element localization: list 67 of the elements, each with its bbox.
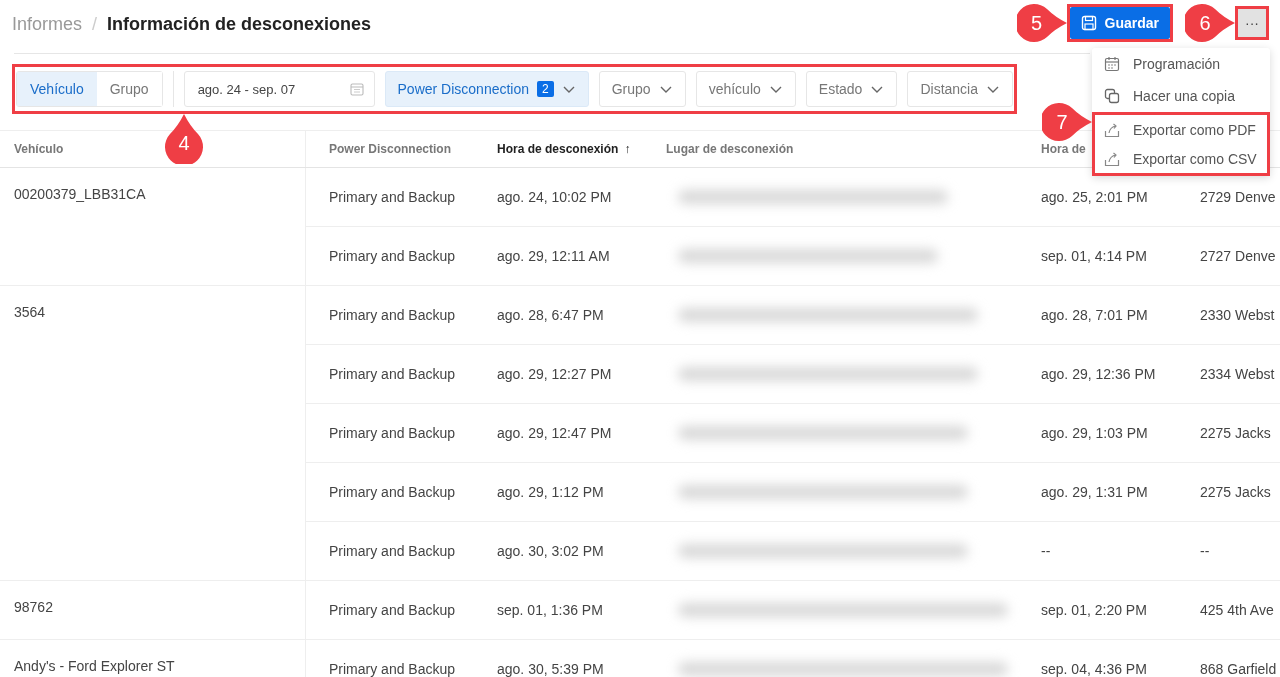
table-cell: Primary and Backup [329,484,456,500]
table-cell: ago. 29, 12:47 PM [497,425,612,441]
breadcrumb-separator: / [92,13,98,35]
callout-marker: 5 [1016,3,1067,43]
table-cell: Primary and Backup [329,189,456,205]
column-header[interactable]: Hora de desconexión [497,142,619,156]
table-cell: -- [1041,543,1051,559]
breadcrumb-link[interactable]: Informes [12,13,83,35]
table-cell: 425 4th Ave [1200,602,1274,618]
table-cell: ago. 24, 10:02 PM [497,189,612,205]
count-badge: 2 [537,81,554,97]
table-cell: ago. 28, 6:47 PM [497,307,604,323]
table-cell: ago. 29, 1:12 PM [497,484,604,500]
table-cell: sep. 01, 1:36 PM [497,602,603,618]
table-cell: 2729 Denve [1200,189,1276,205]
table-cell: 2275 Jacks [1200,425,1271,441]
table-cell: 2275 Jacks [1200,484,1271,500]
menu-item[interactable]: Exportar como CSV [1095,144,1267,173]
menu-item[interactable]: Exportar como PDF [1095,115,1267,144]
table-cell: Primary and Backup [329,543,456,559]
table-cell: ago. 25, 2:01 PM [1041,189,1148,205]
menu-item[interactable]: Hacer una copia [1092,80,1270,112]
filter-dropdown[interactable]: Grupo [598,71,686,107]
table-cell: 3564 [14,304,46,320]
filter-dropdown[interactable]: Distancia [907,71,1013,107]
table-cell: 2330 Webst [1200,307,1275,323]
callout-marker: 7 [1042,102,1092,142]
table-cell: 00200379_LBB31CA [14,186,146,202]
table-cell: sep. 01, 2:20 PM [1041,602,1147,618]
table-cell: ago. 29, 12:27 PM [497,366,612,382]
table-cell: ago. 30, 5:39 PM [497,661,604,677]
filter-dropdown[interactable]: Estado [805,71,898,107]
table-cell: Primary and Backup [329,248,456,264]
column-header[interactable]: Power Disconnection [329,142,452,156]
table-cell: ago. 29, 1:03 PM [1041,425,1148,441]
table-cell: ago. 30, 3:02 PM [497,543,604,559]
date-range-field[interactable]: ago. 24 - sep. 07 [183,71,375,107]
menu-item[interactable]: Programación [1092,48,1270,80]
table-cell: Primary and Backup [329,425,456,441]
more-button[interactable]: ··· [1238,9,1266,37]
sort-arrow[interactable]: ↑ [624,142,631,156]
table-cell: Primary and Backup [329,307,456,323]
filter-dropdown[interactable]: vehículo [695,71,796,107]
column-header[interactable]: Lugar de desconexión [666,142,794,156]
page-title: Información de desconexiones [107,13,372,35]
table-cell: sep. 04, 4:36 PM [1041,661,1147,677]
table-cell: Primary and Backup [329,366,456,382]
column-header[interactable]: Hora de [1041,142,1086,156]
table-cell: 2727 Denve [1200,248,1276,264]
column-header[interactable]: Vehículo [14,142,64,156]
callout-marker: 6 [1185,3,1235,43]
table-cell: 2334 Webst [1200,366,1275,382]
table-cell: Primary and Backup [329,602,456,618]
callout-marker: 4 [164,114,204,164]
table-cell: ago. 29, 12:11 AM [497,248,610,264]
table-cell: 868 Garfield [1200,661,1277,677]
table-cell: ago. 28, 7:01 PM [1041,307,1148,323]
table-cell: 98762 [14,599,53,615]
table-cell: Primary and Backup [329,661,456,677]
table-cell: ago. 29, 1:31 PM [1041,484,1148,500]
filter-dropdown[interactable]: Power Disconnection 2 [384,71,589,107]
table-cell: Andy's - Ford Explorer ST [14,658,175,674]
segment-tab[interactable]: Vehículo [17,72,97,106]
table-cell: -- [1200,543,1210,559]
table-cell: sep. 01, 4:14 PM [1041,248,1147,264]
save-button[interactable]: Guardar [1069,7,1170,39]
table-cell: ago. 29, 12:36 PM [1041,366,1156,382]
